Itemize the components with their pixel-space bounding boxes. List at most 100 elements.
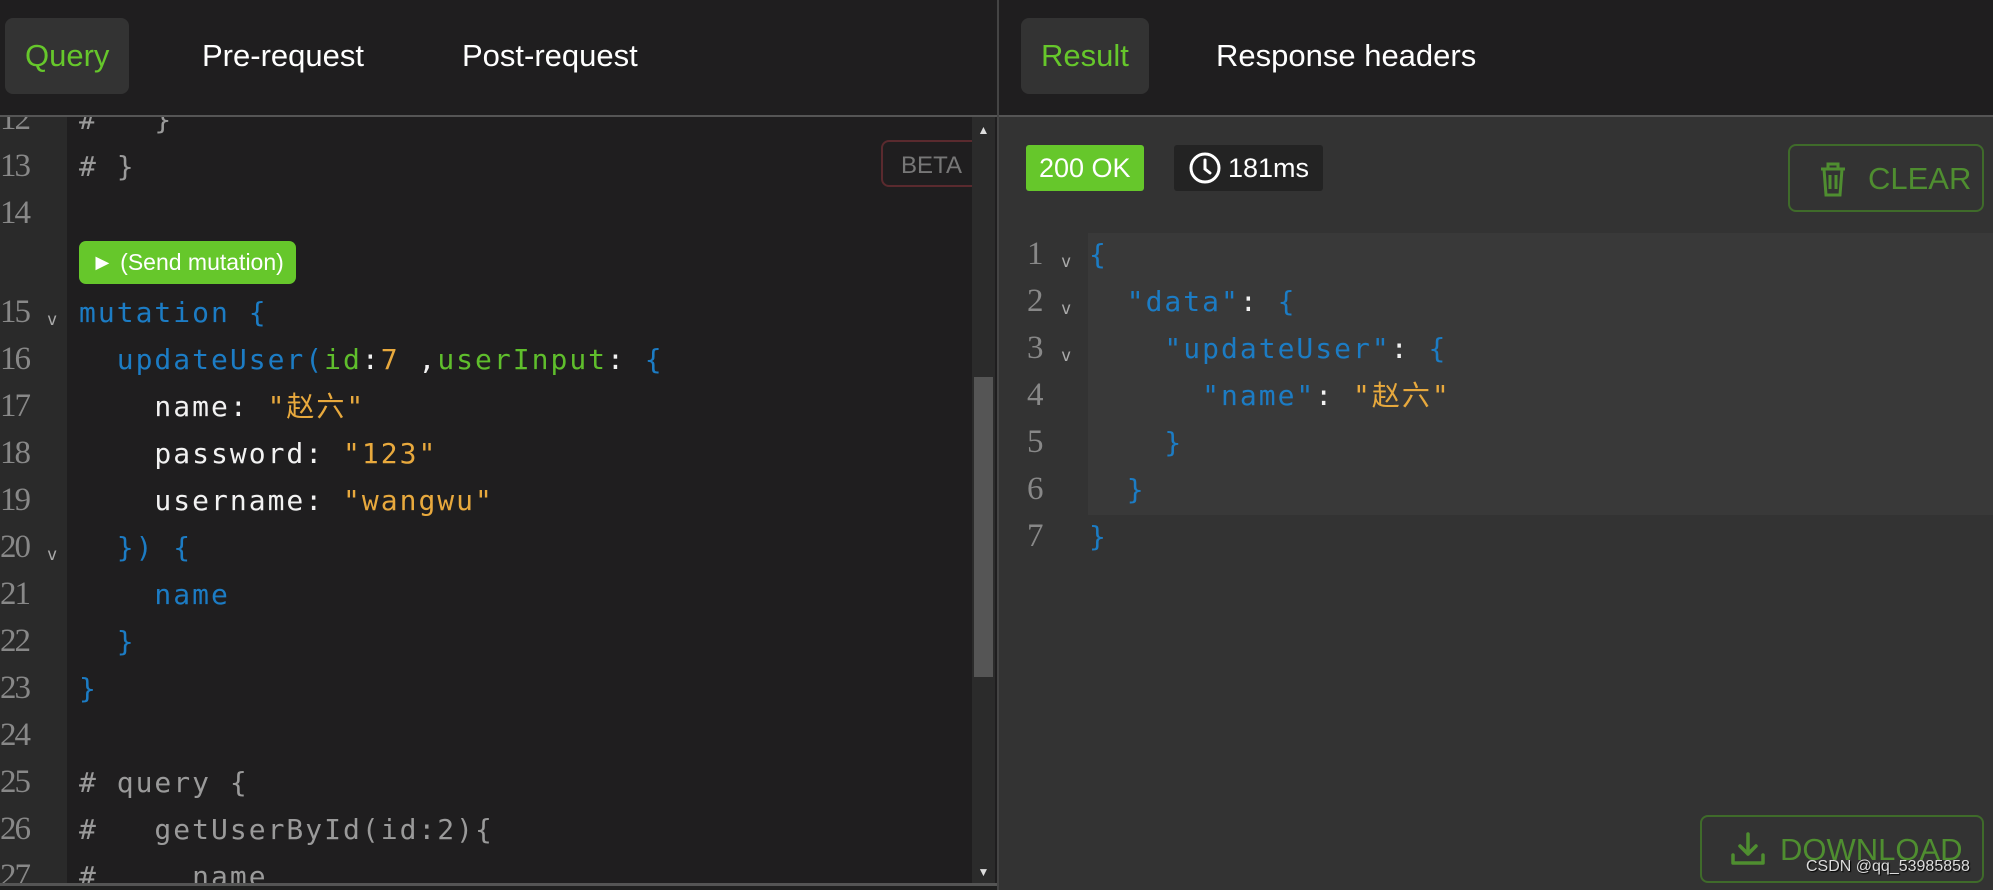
- line-number: 18: [0, 435, 31, 471]
- code-line: 25 # query {: [0, 759, 972, 806]
- code-line: 22 }: [0, 618, 972, 665]
- codelens-row: ► (Send mutation): [0, 237, 972, 289]
- code-text: # }: [79, 143, 136, 190]
- code-text: }: [79, 618, 136, 665]
- code-text: }: [1089, 513, 1108, 560]
- code-token: {: [1089, 238, 1108, 271]
- code-token: "赵六": [267, 390, 366, 423]
- line-number: 25: [0, 764, 31, 800]
- code-token: name: [79, 578, 230, 611]
- code-text: # name: [79, 853, 268, 883]
- download-icon: [1731, 832, 1765, 865]
- editor-bottom-border: [0, 883, 997, 886]
- tab-result[interactable]: Result: [1021, 18, 1149, 94]
- code-token: :: [1390, 332, 1429, 365]
- code-text: "name": "赵六": [1089, 372, 1451, 419]
- code-line: 4 "name": "赵六": [999, 372, 1993, 419]
- scroll-down-icon[interactable]: ▼: [972, 865, 995, 879]
- code-token: updateUser(: [79, 343, 325, 376]
- line-number: 21: [0, 576, 31, 612]
- code-text: }: [79, 665, 98, 712]
- code-token: # name: [79, 860, 268, 883]
- query-editor[interactable]: 12 # } 13 # } 14 ► (Send mutation) 15 v mutation…: [0, 117, 997, 883]
- code-line: 17 name: "赵六": [0, 383, 972, 430]
- code-line: 21 name: [0, 571, 972, 618]
- code-line: 20 v }) {: [0, 524, 972, 571]
- code-token: }: [1089, 426, 1184, 459]
- code-token: # }: [79, 117, 174, 136]
- line-number: 27: [0, 858, 31, 883]
- query-tab-bar: Query Pre-request Post-request: [0, 0, 997, 117]
- code-text: "data": {: [1089, 278, 1296, 325]
- code-token: "updateUser": [1089, 332, 1391, 365]
- editor-scrollbar[interactable]: ▲ ▼: [972, 117, 995, 883]
- code-text: mutation {: [79, 289, 268, 336]
- code-token: name:: [79, 390, 268, 423]
- scroll-up-icon[interactable]: ▲: [972, 123, 995, 137]
- tab-pre-request[interactable]: Pre-request: [182, 18, 384, 94]
- response-time: 181ms: [1174, 145, 1324, 191]
- line-number: 13: [0, 148, 31, 184]
- code-token: :: [1315, 379, 1354, 412]
- line-number: 1: [1027, 236, 1044, 272]
- scrollbar-thumb[interactable]: [974, 377, 993, 677]
- line-number: 23: [0, 670, 31, 706]
- tab-post-request[interactable]: Post-request: [442, 18, 658, 94]
- code-text: {: [1089, 231, 1108, 278]
- code-text: # getUserById(id:2){: [79, 806, 494, 853]
- code-line: 1 v{: [999, 231, 1993, 278]
- send-mutation-button[interactable]: ► (Send mutation): [79, 241, 296, 284]
- line-number: 26: [0, 811, 31, 847]
- line-number: 5: [1027, 424, 1044, 460]
- code-text: name: "赵六": [79, 383, 365, 430]
- code-line: 12 # }: [0, 117, 972, 143]
- code-token: {: [1277, 285, 1297, 318]
- clear-button[interactable]: CLEAR: [1788, 144, 1984, 212]
- code-token: ,: [399, 343, 438, 376]
- line-number: 7: [1027, 518, 1044, 554]
- line-number: 19: [0, 482, 31, 518]
- code-token: id: [324, 343, 362, 376]
- code-token: "赵六": [1353, 379, 1451, 412]
- code-token: password:: [79, 437, 344, 470]
- code-text: }: [1089, 466, 1146, 513]
- line-number: 4: [1027, 377, 1044, 413]
- line-number: 22: [0, 623, 31, 659]
- code-line: 27 # name: [0, 853, 972, 883]
- tab-query[interactable]: Query: [5, 18, 130, 94]
- code-line: 24: [0, 712, 972, 759]
- code-text: # query {: [79, 759, 249, 806]
- code-token: }) {: [79, 531, 193, 564]
- code-line: 23}: [0, 665, 972, 712]
- line-number: 24: [0, 717, 31, 753]
- line-number: 3: [1027, 330, 1044, 366]
- code-token: {: [1428, 332, 1448, 365]
- code-token: :: [1239, 285, 1278, 318]
- code-line: 14: [0, 190, 972, 237]
- line-number: 20: [0, 529, 31, 565]
- code-token: }: [1089, 520, 1108, 553]
- code-text: }: [1089, 419, 1183, 466]
- line-number: 6: [1027, 471, 1044, 507]
- code-token: }: [79, 625, 136, 658]
- code-text: password: "123": [79, 430, 437, 477]
- clear-label: CLEAR: [1868, 161, 1972, 196]
- code-token: }: [79, 672, 98, 705]
- line-number: 16: [0, 341, 31, 377]
- code-text: # }: [79, 117, 173, 143]
- code-token: "wangwu": [343, 484, 494, 517]
- code-line: 13 # }: [0, 143, 972, 190]
- code-text: updateUser(id:7 ,userInput: {: [79, 336, 664, 383]
- code-line: 18 password: "123": [0, 430, 972, 477]
- trash-icon: [1821, 162, 1845, 197]
- line-number: 15: [0, 294, 31, 330]
- code-line: 2v "data": {: [999, 278, 1993, 325]
- code-token: {: [644, 343, 664, 376]
- code-token: mutation {: [79, 296, 268, 329]
- code-text: }) {: [79, 524, 192, 571]
- line-number: 14: [0, 195, 31, 231]
- code-token: "data": [1089, 285, 1240, 318]
- code-line: 5 }: [999, 419, 1993, 466]
- code-token: "123": [343, 437, 438, 470]
- tab-response-headers[interactable]: Response headers: [1196, 18, 1496, 94]
